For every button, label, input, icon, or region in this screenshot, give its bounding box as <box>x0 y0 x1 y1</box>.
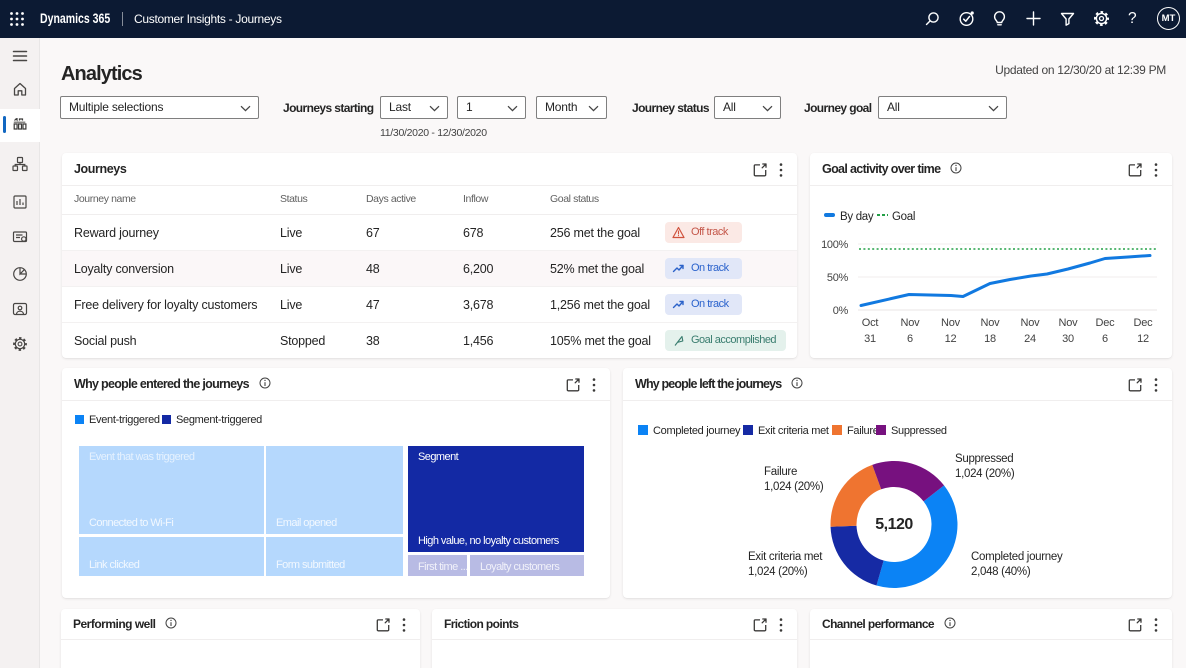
svg-text:12: 12 <box>945 333 957 345</box>
svg-text:Oct: Oct <box>862 317 879 329</box>
svg-text:18: 18 <box>984 333 996 345</box>
svg-text:6: 6 <box>907 333 913 345</box>
svg-text:6: 6 <box>1102 333 1108 345</box>
svg-text:Goal: Goal <box>892 211 915 223</box>
svg-text:31: 31 <box>864 333 876 345</box>
svg-text:0%: 0% <box>833 305 849 317</box>
svg-text:Nov: Nov <box>1021 317 1041 329</box>
svg-text:Nov: Nov <box>941 317 961 329</box>
svg-text:Nov: Nov <box>1059 317 1079 329</box>
svg-text:12: 12 <box>1137 333 1149 345</box>
svg-text:50%: 50% <box>827 272 849 284</box>
svg-text:Nov: Nov <box>901 317 921 329</box>
svg-text:24: 24 <box>1024 333 1036 345</box>
svg-text:100%: 100% <box>821 239 848 251</box>
svg-text:Dec: Dec <box>1134 317 1154 329</box>
svg-text:Dec: Dec <box>1096 317 1116 329</box>
svg-text:30: 30 <box>1062 333 1074 345</box>
svg-text:By day: By day <box>840 211 874 223</box>
svg-text:Nov: Nov <box>981 317 1001 329</box>
